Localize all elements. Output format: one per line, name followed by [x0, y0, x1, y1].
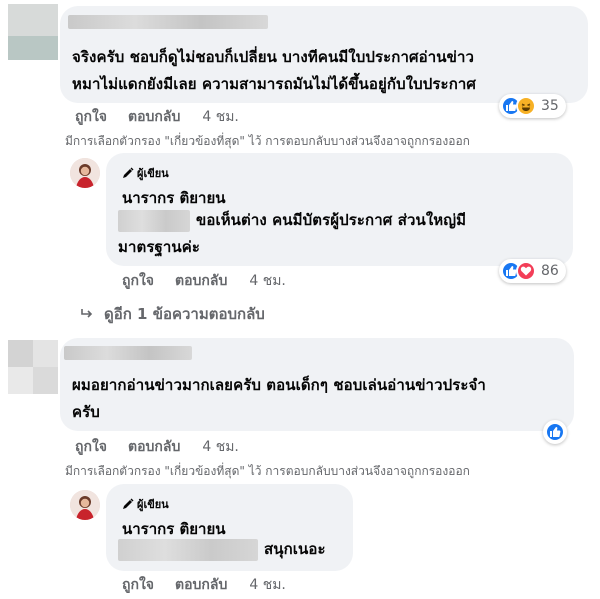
reaction-summary[interactable]: 86: [499, 259, 566, 283]
like-button[interactable]: ถูกใจ: [75, 106, 107, 128]
comment-bubble: ผมอยากอ่านข่าวมากเลยครับ ตอนเด็กๆ ชอบเล่…: [60, 338, 574, 431]
reply-button[interactable]: ตอบกลับ: [128, 436, 180, 458]
commenter-name-blurred[interactable]: [64, 346, 192, 360]
filter-note: มีการเลือกตัวกรอง "เกี่ยวข้องที่สุด" ไว้…: [65, 134, 470, 148]
mention-blurred[interactable]: [118, 209, 190, 232]
timestamp[interactable]: 4 ชม.: [202, 106, 239, 128]
avatar-author[interactable]: [70, 490, 100, 520]
like-button[interactable]: ถูกใจ: [122, 270, 154, 292]
comment-actions: ถูกใจ ตอบกลับ 4 ชม.: [75, 436, 239, 458]
commenter-name-blurred[interactable]: [68, 15, 268, 29]
timestamp[interactable]: 4 ชม.: [249, 270, 286, 292]
reply-button[interactable]: ตอบกลับ: [175, 574, 227, 596]
pencil-icon: [123, 498, 134, 509]
author-badge: ผู้เขียน: [122, 495, 169, 513]
like-icon: [545, 422, 565, 442]
reply-bubble: ผู้เขียน นารากร ติยายน ขอเห็นต่าง คนมีบั…: [106, 153, 573, 266]
mention-blurred[interactable]: [118, 538, 258, 561]
reaction-summary[interactable]: 35: [499, 94, 566, 118]
reply-bubble: ผู้เขียน นารากร ติยายน สนุกเนอะ: [106, 484, 353, 571]
reaction-summary[interactable]: [543, 420, 567, 444]
reaction-count: 86: [541, 263, 559, 279]
reply-actions: ถูกใจ ตอบกลับ 4 ชม.: [122, 574, 286, 596]
avatar-commenter-1[interactable]: [8, 4, 58, 60]
comment-text: ผมอยากอ่านข่าวมากเลยครับ ตอนเด็กๆ ชอบเล่…: [72, 376, 486, 421]
avatar-author[interactable]: [70, 158, 100, 188]
love-icon: [516, 261, 536, 281]
more-replies-link[interactable]: ดูอีก 1 ข้อความตอบกลับ: [80, 302, 265, 326]
author-badge: ผู้เขียน: [122, 164, 169, 182]
avatar-commenter-2[interactable]: [8, 340, 58, 394]
reply-text: ขอเห็นต่าง คนมีบัตรผู้ประกาศ ส่วนใหญ่มี …: [118, 209, 467, 256]
timestamp[interactable]: 4 ชม.: [249, 574, 286, 596]
reply-button[interactable]: ตอบกลับ: [175, 270, 227, 292]
filter-note: มีการเลือกตัวกรอง "เกี่ยวข้องที่สุด" ไว้…: [65, 464, 470, 478]
like-button[interactable]: ถูกใจ: [75, 436, 107, 458]
reaction-count: 35: [541, 98, 559, 114]
reply-actions: ถูกใจ ตอบกลับ 4 ชม.: [122, 270, 286, 292]
comment-text: จริงครับ ชอบก็ดูไม่ชอบก็เปลี่ยน บางทีคนม…: [72, 48, 477, 93]
pencil-icon: [123, 167, 134, 178]
haha-icon: [516, 96, 536, 116]
reply-button[interactable]: ตอบกลับ: [128, 106, 180, 128]
reply-arrow-icon: [81, 309, 93, 318]
like-button[interactable]: ถูกใจ: [122, 574, 154, 596]
comment-bubble: จริงครับ ชอบก็ดูไม่ชอบก็เปลี่ยน บางทีคนม…: [60, 6, 588, 103]
reply-text: สนุกเนอะ: [118, 536, 326, 563]
comment-actions: ถูกใจ ตอบกลับ 4 ชม.: [75, 106, 239, 128]
timestamp[interactable]: 4 ชม.: [202, 436, 239, 458]
